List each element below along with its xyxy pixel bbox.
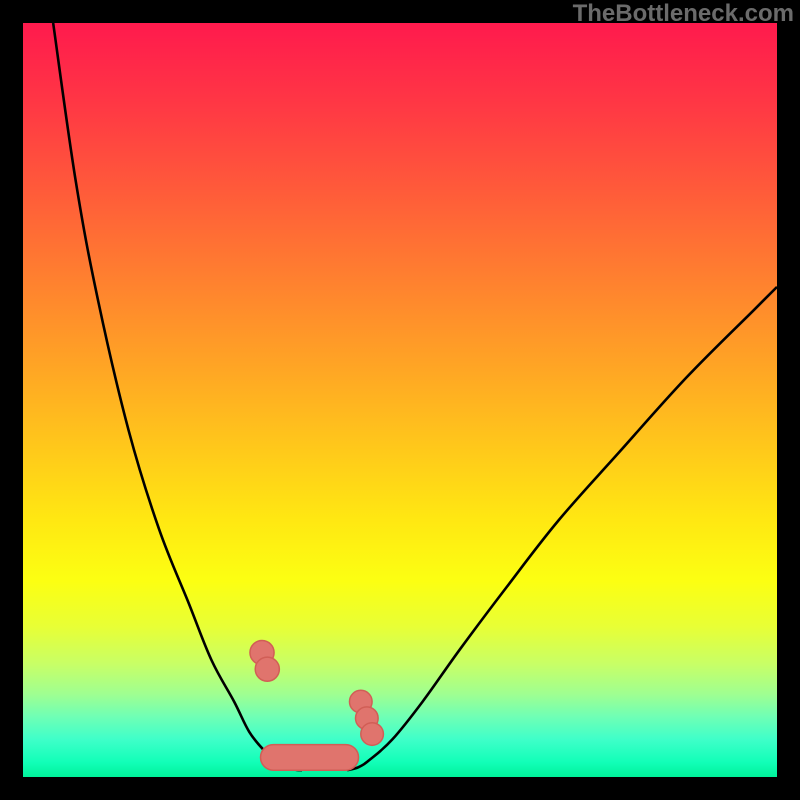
data-markers [250,641,383,771]
data-marker [361,723,384,746]
curve-right-branch [347,287,777,770]
watermark-text: TheBottleneck.com [573,0,794,28]
bottom-pill-marker [261,745,359,771]
data-marker [255,657,279,681]
chart-frame: TheBottleneck.com [0,0,800,800]
chart-svg [23,23,777,777]
